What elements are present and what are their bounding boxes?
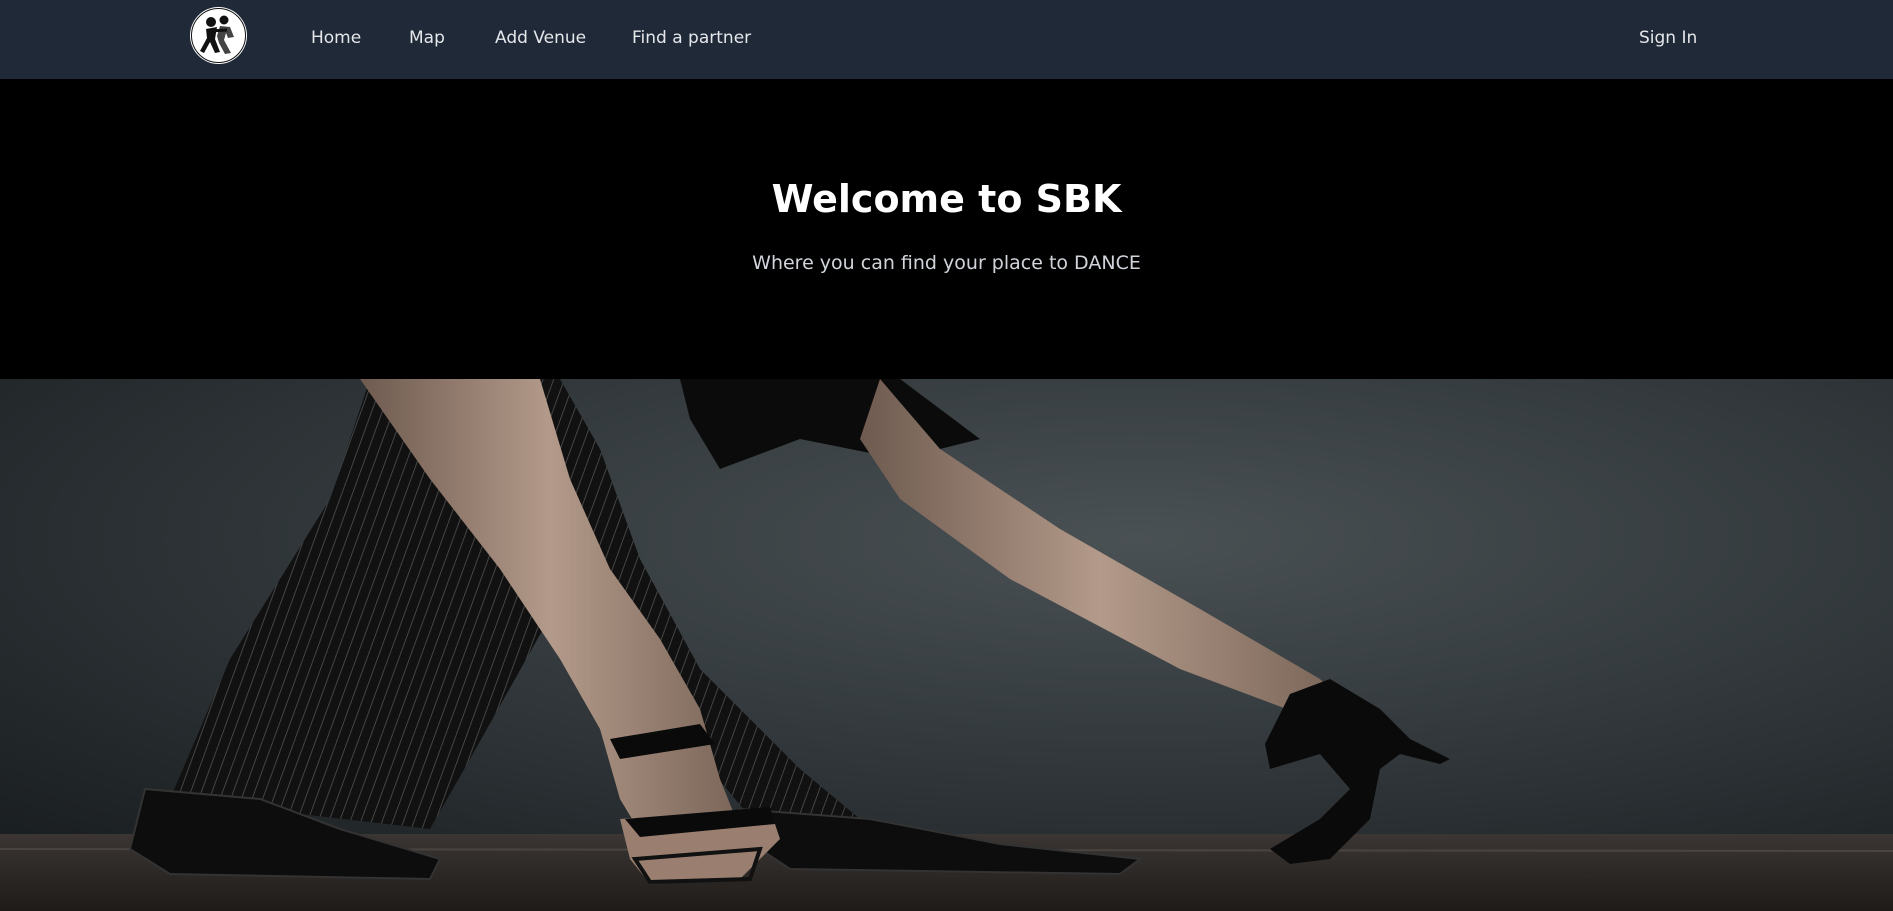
- dancers-illustration: [0, 379, 1893, 911]
- dancing-couple-logo-icon: [191, 8, 246, 63]
- top-navbar: Home Map Add Venue Find a partner Sign I…: [0, 0, 1893, 79]
- hero-title: Welcome to SBK: [771, 177, 1122, 221]
- nav-link-home[interactable]: Home: [311, 28, 361, 48]
- sign-in-button[interactable]: Sign In: [1639, 28, 1697, 48]
- nav-link-add-venue[interactable]: Add Venue: [495, 28, 586, 48]
- nav-link-find-partner[interactable]: Find a partner: [632, 28, 751, 48]
- dancers-hero-image: [0, 379, 1893, 911]
- hero-subtitle: Where you can find your place to DANCE: [752, 252, 1141, 274]
- hero-banner: Welcome to SBK Where you can find your p…: [0, 79, 1893, 379]
- site-logo[interactable]: [190, 7, 247, 64]
- nav-link-map[interactable]: Map: [409, 28, 445, 48]
